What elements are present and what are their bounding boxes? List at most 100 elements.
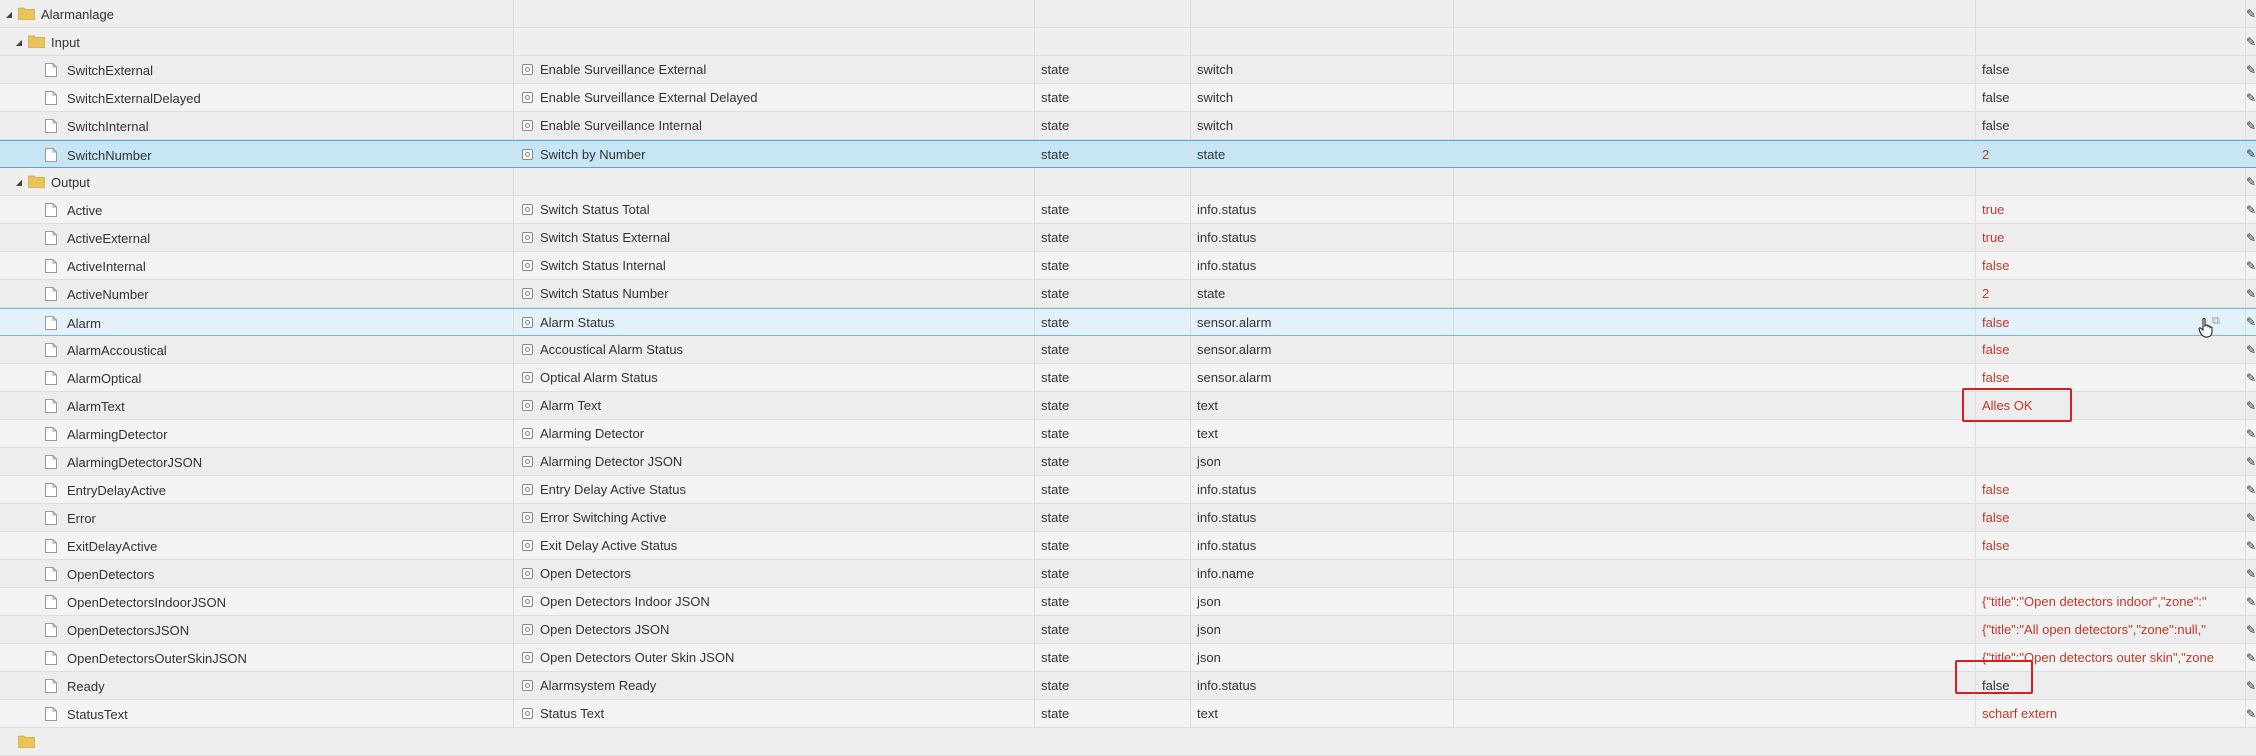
triangle-down-icon[interactable]: ◢	[12, 168, 26, 195]
value-cell[interactable]: 2	[1976, 280, 2246, 307]
object-row-alarmingdetector[interactable]: AlarmingDetector Alarming Detector state te…	[0, 420, 2256, 448]
name-cell: OpenDetectors	[0, 560, 514, 587]
edit-pencil-icon[interactable]: ✎	[2246, 420, 2256, 447]
object-name: ActiveInternal	[67, 258, 146, 274]
edit-pencil-icon[interactable]: ✎	[2246, 532, 2256, 559]
object-name: AlarmingDetector	[67, 426, 168, 442]
object-row-statustext[interactable]: StatusText Status Text state text scharf ext…	[0, 700, 2256, 728]
object-row-alarmtext[interactable]: AlarmText Alarm Text state text Alles OK ✎	[0, 392, 2256, 420]
object-title: Enable Surveillance External	[540, 62, 707, 77]
role-cell: state	[1035, 420, 1191, 447]
triangle-down-icon[interactable]: ◢	[12, 28, 26, 55]
object-row-activeexternal[interactable]: ActiveExternal Switch Status External stat…	[0, 224, 2256, 252]
object-row-activeinternal[interactable]: ActiveInternal Switch Status Internal stat…	[0, 252, 2256, 280]
object-row-alarmingdetectorjson[interactable]: AlarmingDetectorJSON Alarming Detector JS…	[0, 448, 2256, 476]
value-cell[interactable]: {"title":"Open detectors indoor","zone":…	[1976, 588, 2246, 615]
value-cell[interactable]: true	[1976, 224, 2246, 251]
value-cell[interactable]: false	[1976, 364, 2246, 391]
edit-pencil-icon[interactable]: ✎	[2246, 196, 2256, 223]
edit-pencil-icon[interactable]: ✎	[2246, 560, 2256, 587]
value-cell[interactable]: false	[1976, 532, 2246, 559]
edit-pencil-icon[interactable]: ✎	[2246, 448, 2256, 475]
folder-row-next[interactable]	[0, 728, 2256, 756]
role-cell: state	[1035, 560, 1191, 587]
state-object-icon	[522, 148, 533, 160]
edit-pencil-icon[interactable]: ✎	[2246, 700, 2256, 727]
edit-pencil-icon[interactable]: ✎	[2246, 0, 2256, 27]
room-cell	[1454, 504, 1976, 531]
object-row-exitdelayactive[interactable]: ExitDelayActive Exit Delay Active Status s…	[0, 532, 2256, 560]
file-icon	[45, 119, 57, 133]
edit-pencil-icon[interactable]: ✎	[2246, 112, 2256, 139]
state-object-icon	[522, 484, 533, 495]
edit-pencil-icon[interactable]: ✎	[2246, 364, 2256, 391]
type-cell	[1191, 28, 1454, 55]
object-row-entrydelayactive[interactable]: EntryDelayActive Entry Delay Active Statu…	[0, 476, 2256, 504]
edit-pencil-icon[interactable]: ✎	[2246, 280, 2256, 307]
edit-pencil-icon[interactable]: ✎	[2246, 616, 2256, 643]
object-row-opendetectorsjson[interactable]: OpenDetectorsJSON Open Detectors JSON stat…	[0, 616, 2256, 644]
folder-label: Input	[51, 34, 80, 50]
value-cell[interactable]: false	[1976, 56, 2246, 83]
room-cell	[1454, 588, 1976, 615]
object-row-alarmaccoustical[interactable]: AlarmAccoustical Accoustical Alarm Status…	[0, 336, 2256, 364]
object-row-error[interactable]: Error Error Switching Active state info.sta…	[0, 504, 2256, 532]
title-cell: Switch Status Total	[514, 196, 1035, 223]
object-row-switchexternaldelayed[interactable]: SwitchExternalDelayed Enable Surveillance…	[0, 84, 2256, 112]
edit-pencil-icon[interactable]: ✎	[2246, 672, 2256, 699]
value-cell[interactable]	[1976, 560, 2246, 587]
edit-pencil-icon[interactable]: ✎	[2246, 644, 2256, 671]
object-row-opendetectors[interactable]: OpenDetectors Open Detectors state info.nam…	[0, 560, 2256, 588]
edit-pencil-icon[interactable]: ✎	[2246, 56, 2256, 83]
edit-pencil-icon[interactable]: ✎	[2246, 141, 2256, 167]
value-cell[interactable]: false	[1976, 252, 2246, 279]
value-cell[interactable]: false	[1976, 112, 2246, 139]
object-row-active[interactable]: Active Switch Status Total state info.statu…	[0, 196, 2256, 224]
state-object-icon	[522, 344, 533, 355]
edit-pencil-icon[interactable]: ✎	[2246, 476, 2256, 503]
value-cell[interactable]: true	[1976, 196, 2246, 223]
value-cell[interactable]: 2	[1976, 141, 2246, 167]
triangle-down-icon[interactable]: ◢	[2, 0, 16, 27]
value-cell[interactable]: false	[1976, 504, 2246, 531]
value-cell[interactable]: false	[1976, 84, 2246, 111]
value-cell[interactable]: false	[1976, 476, 2246, 503]
state-object-icon	[522, 456, 533, 467]
edit-pencil-icon[interactable]: ✎	[2246, 28, 2256, 55]
title-cell: Enable Surveillance External	[514, 56, 1035, 83]
object-row-opendetectorsouterskinjson[interactable]: OpenDetectorsOuterSkinJSON Open Detectors…	[0, 644, 2256, 672]
folder-row-input[interactable]: ◢ Input ✎	[0, 28, 2256, 56]
role-cell: state	[1035, 196, 1191, 223]
value-cell[interactable]	[1976, 420, 2246, 447]
file-icon	[45, 148, 57, 162]
edit-pencil-icon[interactable]: ✎	[2246, 84, 2256, 111]
object-row-activenumber[interactable]: ActiveNumber Switch Status Number state sta…	[0, 280, 2256, 308]
role-cell: state	[1035, 392, 1191, 419]
object-row-opendetectorsindoorjson[interactable]: OpenDetectorsIndoorJSON Open Detectors In…	[0, 588, 2256, 616]
type-cell	[1191, 0, 1454, 27]
object-name: Error	[67, 510, 96, 526]
object-row-alarmoptical[interactable]: AlarmOptical Optical Alarm Status state sen…	[0, 364, 2256, 392]
room-cell	[1454, 28, 1976, 55]
edit-pencil-icon[interactable]: ✎	[2246, 224, 2256, 251]
object-row-alarm[interactable]: Alarm Alarm Status state sensor.alarm false ✎…	[0, 308, 2256, 336]
title-cell: Optical Alarm Status	[514, 364, 1035, 391]
value-cell[interactable]: {"title":"All open detectors","zone":nul…	[1976, 616, 2246, 643]
edit-pencil-icon[interactable]: ✎	[2246, 252, 2256, 279]
value-cell[interactable]: scharf extern	[1976, 700, 2246, 727]
object-row-switchinternal[interactable]: SwitchInternal Enable Surveillance Intern…	[0, 112, 2256, 140]
value-cell[interactable]	[1976, 448, 2246, 475]
folder-row-alarmanlage[interactable]: ◢ Alarmanlage ✎	[0, 0, 2256, 28]
edit-pencil-icon[interactable]: ✎	[2246, 309, 2256, 335]
object-row-switchexternal[interactable]: SwitchExternal Enable Surveillance Extern…	[0, 56, 2256, 84]
file-icon	[45, 371, 57, 385]
edit-pencil-icon[interactable]: ✎	[2246, 504, 2256, 531]
edit-pencil-icon[interactable]: ✎	[2246, 168, 2256, 195]
object-row-switchnumber[interactable]: SwitchNumber Switch by Number state state 2 ✎	[0, 140, 2256, 168]
edit-pencil-icon[interactable]: ✎	[2246, 392, 2256, 419]
edit-pencil-icon[interactable]: ✎	[2246, 588, 2256, 615]
object-row-ready[interactable]: Ready Alarmsystem Ready state info.status fa…	[0, 672, 2256, 700]
folder-row-output[interactable]: ◢ Output ✎	[0, 168, 2256, 196]
edit-pencil-icon[interactable]: ✎	[2246, 336, 2256, 363]
highlight-box-alarmtext	[1962, 388, 2072, 422]
